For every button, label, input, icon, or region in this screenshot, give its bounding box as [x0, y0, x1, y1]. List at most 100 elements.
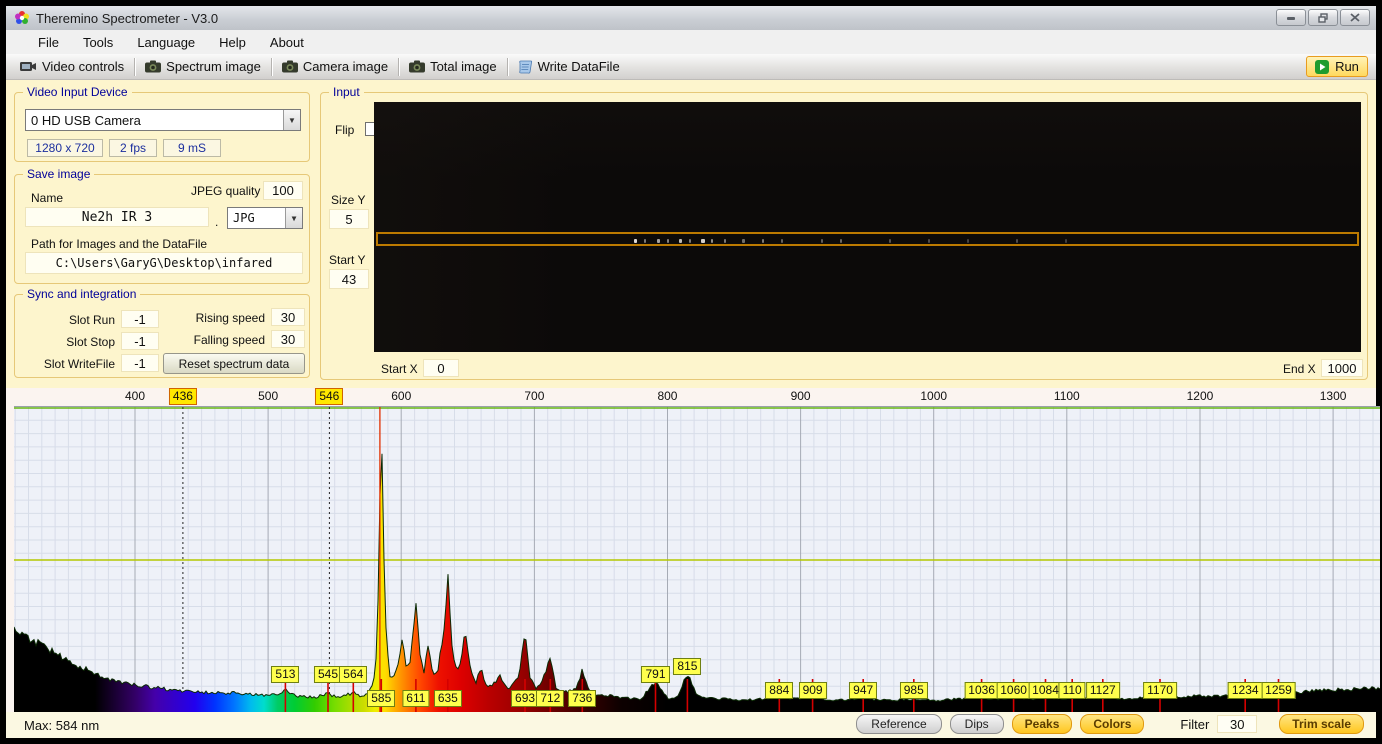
- resolution-badge: 1280 x 720: [27, 139, 103, 157]
- toolbar-separator: [134, 58, 135, 76]
- close-icon: [1350, 13, 1360, 22]
- calibration-marker-label[interactable]: 436: [169, 388, 197, 405]
- video-device-value: 0 HD USB Camera: [26, 113, 283, 128]
- wavelength-axis: 4005006007008009001000110012001300436546: [14, 388, 1380, 406]
- peak-label: 791: [641, 666, 669, 683]
- spectral-line-dot: [657, 239, 660, 243]
- status-bar: Max: 584 nm Reference Dips Peaks Colors …: [6, 712, 1376, 738]
- toolbar-camera-image-label: Camera image: [303, 59, 388, 74]
- peaks-button[interactable]: Peaks: [1012, 714, 1073, 734]
- peak-label: 545: [314, 666, 342, 683]
- filter-field[interactable]: 30: [1217, 715, 1257, 733]
- peak-label: 585: [367, 690, 395, 707]
- spectral-line-dot: [967, 239, 969, 243]
- axis-tick-label: 1100: [1054, 389, 1080, 403]
- menu-about[interactable]: About: [258, 32, 316, 53]
- toolbar: Video controls Spectrum image Camera ima…: [6, 54, 1376, 80]
- peak-label: 1234: [1228, 682, 1263, 699]
- jpeg-quality-label: JPEG quality: [191, 184, 260, 198]
- flip-label: Flip: [335, 123, 354, 137]
- settings-panel: Video Input Device 0 HD USB Camera ▼ 128…: [6, 80, 1376, 388]
- app-window: Theremino Spectrometer - V3.0 File Tools…: [6, 6, 1376, 738]
- max-wavelength-readout: Max: 584 nm: [24, 718, 99, 733]
- calibration-marker-label[interactable]: 546: [315, 388, 343, 405]
- axis-tick-label: 900: [791, 389, 811, 403]
- axis-tick-label: 700: [524, 389, 544, 403]
- restore-icon: [1318, 13, 1329, 23]
- spectral-line-dot: [679, 239, 682, 243]
- toolbar-total-image[interactable]: Total image: [401, 57, 504, 76]
- slot-stop-field[interactable]: -1: [121, 332, 159, 350]
- reference-button[interactable]: Reference: [856, 714, 941, 734]
- rising-speed-label: Rising speed: [173, 311, 265, 325]
- peak-label: 712: [536, 690, 564, 707]
- camera-preview[interactable]: [374, 102, 1361, 352]
- camera-icon: [282, 60, 298, 73]
- toolbar-separator: [271, 58, 272, 76]
- toolbar-camera-image[interactable]: Camera image: [274, 57, 396, 76]
- rising-speed-field[interactable]: 30: [271, 308, 305, 326]
- peak-label: 110: [1059, 682, 1086, 699]
- slot-stop-label: Slot Stop: [45, 335, 115, 349]
- menu-help[interactable]: Help: [207, 32, 258, 53]
- spectral-line-dot: [1016, 239, 1018, 243]
- spectral-line-dot: [821, 239, 823, 243]
- start-x-field[interactable]: 0: [423, 359, 459, 377]
- reset-spectrum-button[interactable]: Reset spectrum data: [163, 353, 305, 374]
- axis-tick-label: 1300: [1320, 389, 1347, 403]
- axis-tick-label: 1000: [920, 389, 947, 403]
- minimize-icon: [1286, 13, 1296, 22]
- peak-label: 1036: [964, 682, 999, 699]
- path-field[interactable]: C:\Users\GaryG\Desktop\infared: [25, 252, 303, 274]
- toolbar-separator: [398, 58, 399, 76]
- peak-label: 909: [799, 682, 827, 699]
- end-x-field[interactable]: 1000: [1321, 359, 1363, 377]
- peak-label: 884: [765, 682, 793, 699]
- toolbar-spectrum-image[interactable]: Spectrum image: [137, 57, 269, 76]
- camera-icon: [409, 60, 425, 73]
- menu-file[interactable]: File: [26, 32, 71, 53]
- trim-scale-button[interactable]: Trim scale: [1279, 714, 1364, 734]
- size-y-field[interactable]: 5: [329, 209, 369, 229]
- minimize-button[interactable]: [1276, 9, 1306, 26]
- dips-button[interactable]: Dips: [950, 714, 1004, 734]
- end-x-label: End X: [1283, 362, 1316, 376]
- menu-language[interactable]: Language: [125, 32, 207, 53]
- save-image-title: Save image: [23, 167, 94, 181]
- run-button[interactable]: Run: [1306, 56, 1368, 77]
- format-select[interactable]: JPG ▼: [227, 207, 303, 229]
- jpeg-quality-field[interactable]: 100: [263, 181, 303, 200]
- selection-rectangle[interactable]: [376, 232, 1359, 246]
- slot-writefile-field[interactable]: -1: [121, 354, 159, 372]
- peak-label: 1127: [1086, 682, 1120, 699]
- chevron-down-icon[interactable]: ▼: [283, 110, 300, 130]
- menu-tools[interactable]: Tools: [71, 32, 125, 53]
- window-title: Theremino Spectrometer - V3.0: [36, 11, 218, 26]
- spectral-line-dot: [928, 239, 930, 243]
- toolbar-write-datafile[interactable]: Write DataFile: [510, 57, 628, 76]
- slot-run-field[interactable]: -1: [121, 310, 159, 328]
- name-field[interactable]: Ne2h IR 3: [25, 207, 209, 227]
- toolbar-video-controls[interactable]: Video controls: [12, 57, 132, 76]
- spectral-line-dot: [840, 239, 842, 243]
- spectral-line-dot: [724, 239, 726, 243]
- video-controls-icon: [20, 60, 37, 74]
- start-y-field[interactable]: 43: [329, 269, 369, 289]
- close-button[interactable]: [1340, 9, 1370, 26]
- spectral-line-dot: [781, 239, 783, 243]
- chevron-down-icon[interactable]: ▼: [285, 208, 302, 228]
- restore-button[interactable]: [1308, 9, 1338, 26]
- video-device-select[interactable]: 0 HD USB Camera ▼: [25, 109, 301, 131]
- colors-button[interactable]: Colors: [1080, 714, 1144, 734]
- toolbar-video-controls-label: Video controls: [42, 59, 124, 74]
- input-group: Input Flip Size Y 5 Start Y 43 Start X 0…: [320, 92, 1368, 380]
- toolbar-total-image-label: Total image: [430, 59, 496, 74]
- falling-speed-field[interactable]: 30: [271, 330, 305, 348]
- title-bar[interactable]: Theremino Spectrometer - V3.0: [6, 6, 1376, 30]
- spectral-line-dot: [701, 239, 705, 243]
- peak-label: 693: [511, 690, 539, 707]
- spectrum-chart: 4005006007008009001000110012001300436546…: [6, 388, 1376, 712]
- spectrum-plot[interactable]: 5135455645856116356937127367918158849099…: [14, 406, 1380, 712]
- spectral-line-dot: [634, 239, 637, 243]
- toolbar-spectrum-image-label: Spectrum image: [166, 59, 261, 74]
